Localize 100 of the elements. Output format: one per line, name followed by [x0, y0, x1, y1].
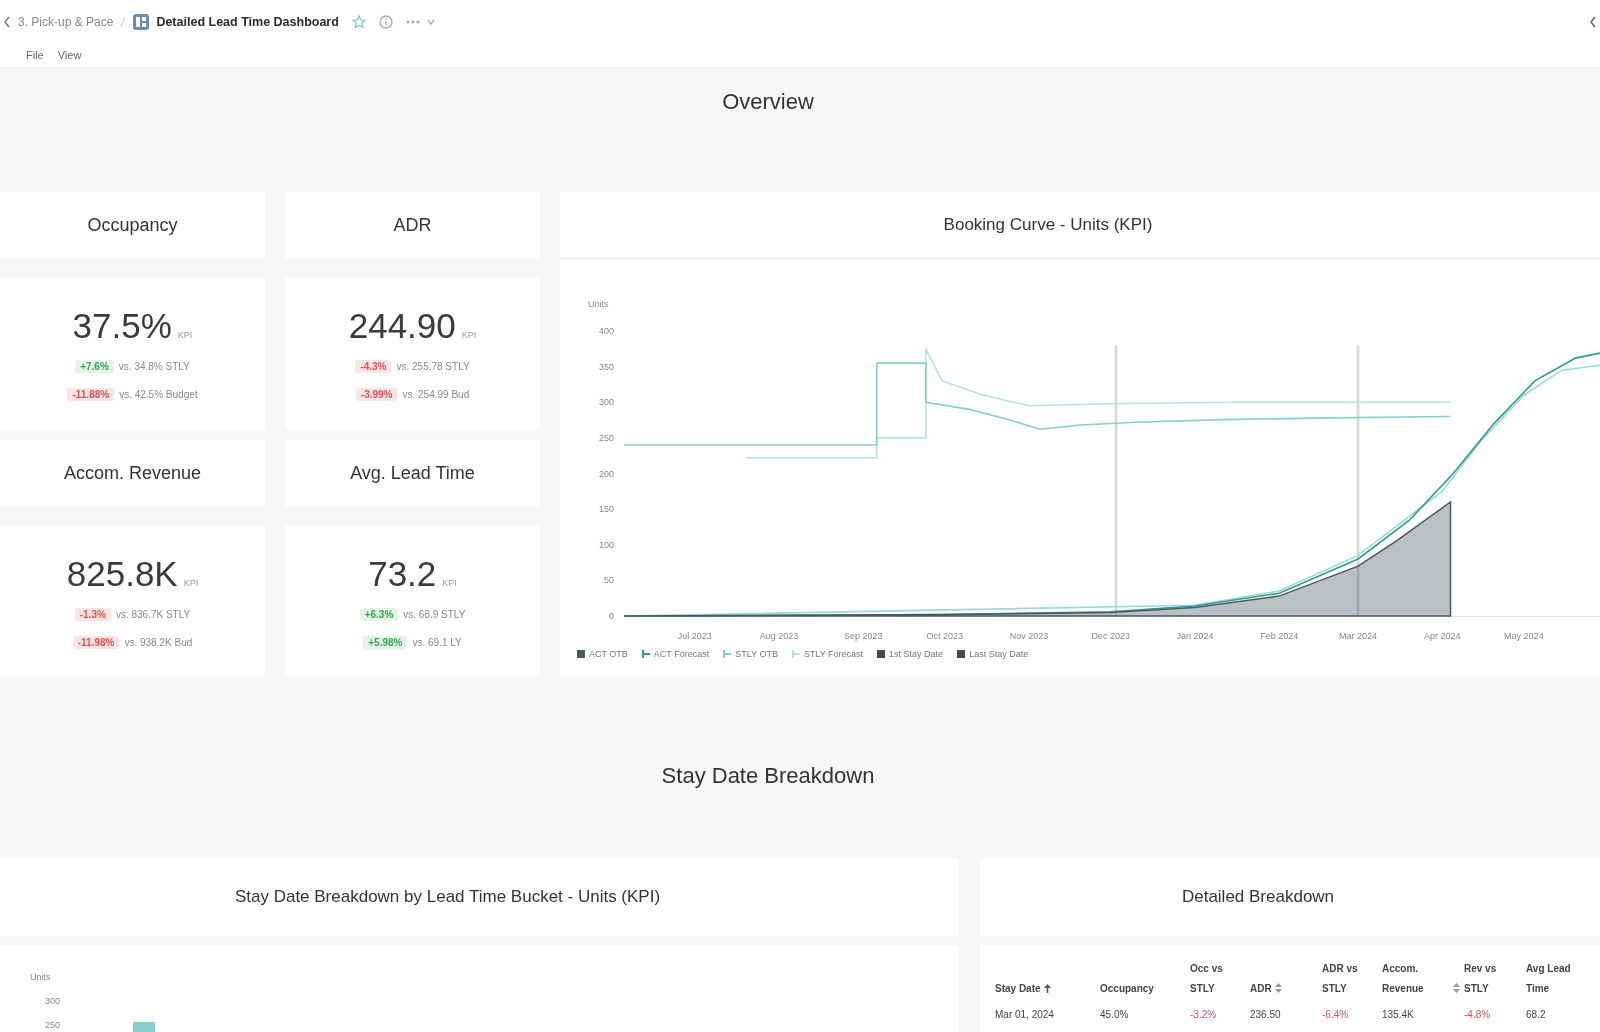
x-tick-label: Dec 2023	[1091, 631, 1130, 641]
x-tick-label: Oct 2023	[926, 631, 964, 641]
table-cell: -4.8%	[1464, 1008, 1491, 1020]
x-tick-label: Jan 2024	[1176, 631, 1214, 641]
delta-badge: -11.88%	[67, 387, 115, 401]
x-tick-label: Aug 2023	[759, 631, 799, 641]
y-tick-label: 250	[598, 432, 614, 443]
x-tick-label: Mar 2024	[1339, 631, 1378, 641]
delta-badge: +6.3%	[359, 607, 399, 621]
x-tick-label: Sep 2023	[843, 631, 883, 641]
legend-label[interactable]: ACT OTB	[589, 649, 628, 659]
column-header[interactable]: Occ vs STLY	[1190, 959, 1246, 999]
y-tick-label: 200	[598, 468, 614, 479]
legend-label[interactable]: 1st Stay Date	[889, 649, 944, 659]
delta-badge: -4.3%	[355, 359, 392, 373]
scale-label: 300	[43, 994, 60, 1007]
kpi-title-text: ADR	[393, 214, 432, 236]
y-tick-label: 50	[604, 575, 614, 586]
legend-label[interactable]: STLY OTB	[735, 649, 778, 659]
chevron-icon[interactable]	[1589, 16, 1597, 28]
delta-badge: +7.6%	[75, 359, 114, 373]
x-tick-label: Nov 2023	[1009, 631, 1049, 641]
more-icon[interactable]	[405, 20, 420, 24]
x-tick-label: Jul 2023	[677, 631, 712, 641]
back-icon[interactable]	[3, 16, 11, 28]
info-icon[interactable]	[378, 15, 393, 29]
legend-label[interactable]: ACT Forecast	[653, 649, 710, 659]
y-tick-label: 350	[598, 361, 614, 372]
kpi-value: 73.2	[368, 554, 437, 594]
sort-icon[interactable]	[1453, 983, 1460, 993]
axis-title: Units	[588, 299, 609, 309]
kpi-unit: KPI	[442, 578, 457, 588]
comparison-text: vs. 254.99 Bud	[402, 388, 470, 400]
column-header[interactable]: Rev vs STLY	[1464, 959, 1522, 999]
delta-badge: +5.98%	[363, 635, 408, 649]
table-cell: 45.0%	[1100, 1008, 1129, 1020]
legend-line-icon	[791, 650, 800, 658]
comparison-text: vs. 42.5% Budget	[119, 388, 198, 400]
kpi-title-text: Avg. Lead Time	[350, 462, 475, 484]
column-header[interactable]: ADR	[1250, 979, 1272, 999]
delta-badge: -1.3%	[74, 607, 111, 621]
axis-title: Units	[30, 971, 51, 983]
column-header[interactable]: Occupancy	[1100, 979, 1154, 999]
kpi-value: 244.90	[348, 306, 456, 346]
table-cell: 135.4K	[1382, 1008, 1414, 1020]
star-icon[interactable]	[351, 15, 366, 29]
column-header[interactable]: Stay Date	[995, 979, 1041, 999]
y-tick-label: 150	[598, 504, 614, 515]
kpi-unit: KPI	[461, 330, 477, 340]
x-tick-label: Feb 2024	[1260, 631, 1299, 641]
kpi-unit: KPI	[177, 330, 193, 340]
kpi-value: 825.8K	[66, 554, 178, 594]
kpi-title-text: Accom. Revenue	[63, 462, 202, 484]
x-tick-label: Apr 2024	[1424, 631, 1461, 641]
breadcrumb-link[interactable]: Detailed Lead Time Dashboard	[156, 15, 339, 29]
slash-icon	[120, 16, 127, 28]
comparison-text: vs. 836.7K STLY	[115, 608, 191, 620]
bar-top	[133, 1022, 155, 1032]
legend-square-icon	[957, 650, 966, 658]
y-tick-label: 100	[598, 539, 614, 550]
table-cell: 236.50	[1250, 1008, 1281, 1020]
column-header[interactable]: Avg Lead Time	[1526, 959, 1584, 999]
table-cell: -6.4%	[1322, 1008, 1349, 1020]
y-tick-label: 300	[598, 397, 614, 408]
chart-title: Stay Date Breakdown by Lead Time Bucket - Units (KPI)	[234, 887, 661, 907]
table-cell: -3.2%	[1190, 1008, 1217, 1020]
breadcrumb-link[interactable]: 3. Pick-up & Pace	[18, 15, 114, 29]
comparison-text: vs. 68.9 STLY	[403, 608, 466, 620]
column-header[interactable]: Accom. Revenue	[1382, 959, 1450, 999]
chart-title: Booking Curve - Units (KPI)	[943, 215, 1153, 235]
section-title: Overview	[722, 88, 814, 116]
column-header[interactable]: ADR vs STLY	[1322, 959, 1378, 999]
comparison-text: vs. 34.8% STLY	[118, 360, 190, 372]
legend-line-icon	[723, 650, 732, 658]
section-title: Stay Date Breakdown	[661, 762, 875, 790]
legend-line-icon	[641, 650, 650, 658]
x-tick-label: May 2024	[1504, 631, 1544, 641]
caret-icon[interactable]	[426, 19, 435, 25]
sort-up-icon[interactable]	[1043, 984, 1051, 993]
legend-square-icon	[577, 650, 585, 658]
legend-square-icon	[877, 650, 886, 658]
y-tick-label: 0	[609, 611, 614, 621]
kpi-title-text: Occupancy	[87, 214, 178, 236]
dashboard-icon	[133, 14, 150, 30]
legend-label[interactable]: STLY Forecast	[803, 649, 864, 659]
table-cell: 68.2	[1526, 1008, 1546, 1020]
comparison-text: vs. 938.2K Bud	[124, 636, 193, 648]
legend-label[interactable]: Last Stay Date	[969, 649, 1029, 659]
comparison-text: vs. 69.1 LY	[412, 636, 462, 648]
kpi-value: 37.5%	[72, 306, 172, 346]
delta-badge: -3.99%	[355, 387, 398, 401]
sort-icon[interactable]	[1274, 983, 1282, 993]
scale-label: 250	[43, 1019, 60, 1031]
table-cell: Mar 01, 2024	[995, 1008, 1054, 1020]
delta-badge: -11.98%	[72, 635, 120, 649]
y-tick-label: 400	[598, 326, 614, 336]
menu-item[interactable]: View	[57, 49, 82, 61]
menu-item[interactable]: File	[26, 49, 44, 61]
table-title: Detailed Breakdown	[1181, 887, 1335, 907]
kpi-unit: KPI	[183, 578, 199, 588]
